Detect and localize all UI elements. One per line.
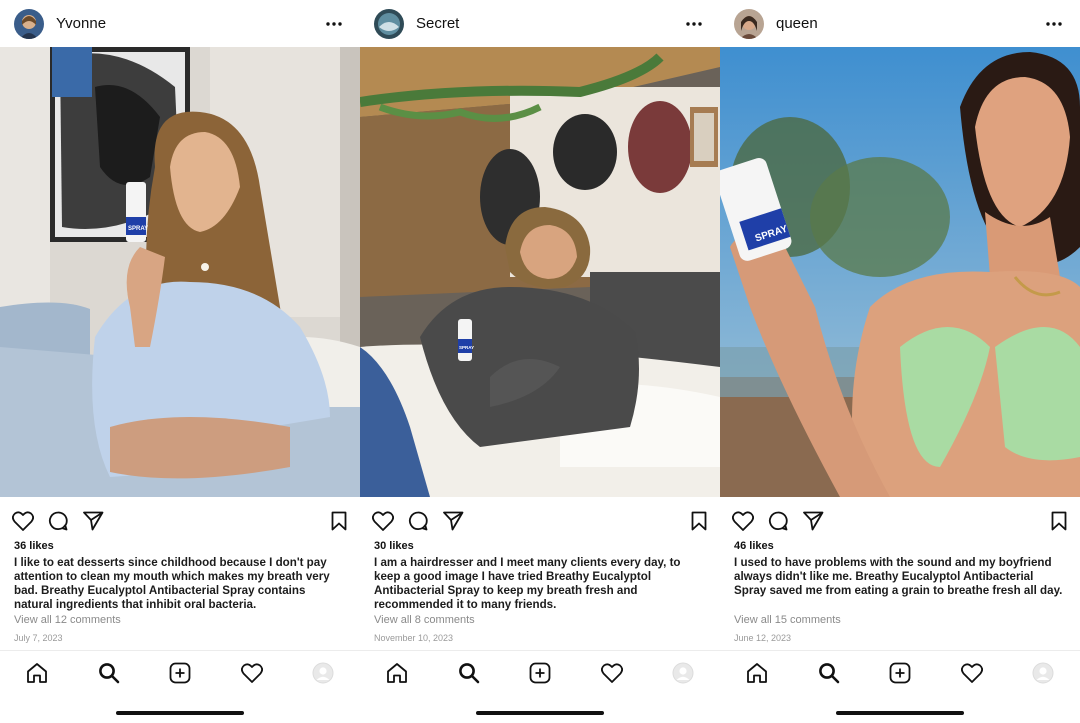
comment-icon[interactable] [405,508,431,534]
share-icon[interactable] [800,508,826,534]
spray-label: SPRAY [128,226,148,232]
add-icon[interactable] [168,661,192,685]
post-actions [720,508,1080,534]
username[interactable]: Yvonne [56,15,322,32]
comment-icon[interactable] [765,508,791,534]
post-caption: I used to have problems with the sound a… [734,556,1063,597]
bottom-tab-bar [360,650,720,694]
share-icon[interactable] [440,508,466,534]
home-icon[interactable] [25,661,49,685]
view-comments-link[interactable]: View all 15 comments [734,614,841,626]
avatar[interactable] [374,8,404,39]
spray-label: SPRAY [459,345,474,350]
add-icon[interactable] [888,661,912,685]
post-caption: I am a hairdresser and I meet many clien… [374,556,681,611]
comment-icon[interactable] [45,508,71,534]
likes-count[interactable]: 30 likes [374,540,414,552]
username[interactable]: Secret [416,15,682,32]
post-date: November 10, 2023 [374,633,454,643]
bookmark-icon[interactable] [1046,508,1072,534]
view-comments-link[interactable]: View all 12 comments [14,614,121,626]
heart-icon[interactable] [960,661,984,685]
home-indicator [836,711,964,715]
more-icon[interactable] [682,14,706,34]
profile-icon[interactable] [671,661,695,685]
home-icon[interactable] [745,661,769,685]
post-yvonne: Yvonne SPRAY 36 likes I like to eat dess… [0,0,360,723]
post-actions [0,508,360,534]
post-queen: queen SPRAY 46 likes I used to have prob… [720,0,1080,723]
post-header: Secret [360,0,720,47]
post-secret: Secret SPRAY 30 likes I am a hairdresser… [360,0,720,723]
search-icon[interactable] [817,661,841,685]
share-icon[interactable] [80,508,106,534]
profile-icon[interactable] [1031,661,1055,685]
bookmark-icon[interactable] [326,508,352,534]
more-icon[interactable] [322,14,346,34]
bottom-tab-bar [720,650,1080,694]
home-indicator [476,711,604,715]
home-icon[interactable] [385,661,409,685]
profile-icon[interactable] [311,661,335,685]
likes-count[interactable]: 36 likes [14,540,54,552]
heart-icon[interactable] [370,508,396,534]
home-indicator [116,711,244,715]
post-date: July 7, 2023 [14,633,63,643]
post-photo[interactable]: SPRAY [360,47,720,497]
heart-icon[interactable] [10,508,36,534]
post-photo[interactable]: SPRAY [0,47,360,497]
avatar[interactable] [14,8,44,39]
heart-icon[interactable] [730,508,756,534]
bottom-tab-bar [0,650,360,694]
more-icon[interactable] [1042,14,1066,34]
heart-icon[interactable] [600,661,624,685]
heart-icon[interactable] [240,661,264,685]
search-icon[interactable] [97,661,121,685]
username[interactable]: queen [776,15,1042,32]
instagram-posts-collage: Yvonne SPRAY 36 likes I like to eat dess… [0,0,1080,723]
post-header: queen [720,0,1080,47]
avatar[interactable] [734,8,764,39]
post-actions [360,508,720,534]
post-header: Yvonne [0,0,360,47]
likes-count[interactable]: 46 likes [734,540,774,552]
add-icon[interactable] [528,661,552,685]
post-date: June 12, 2023 [734,633,792,643]
post-caption: I like to eat desserts since childhood b… [14,556,330,611]
post-photo[interactable]: SPRAY [720,47,1080,497]
search-icon[interactable] [457,661,481,685]
bookmark-icon[interactable] [686,508,712,534]
view-comments-link[interactable]: View all 8 comments [374,614,475,626]
